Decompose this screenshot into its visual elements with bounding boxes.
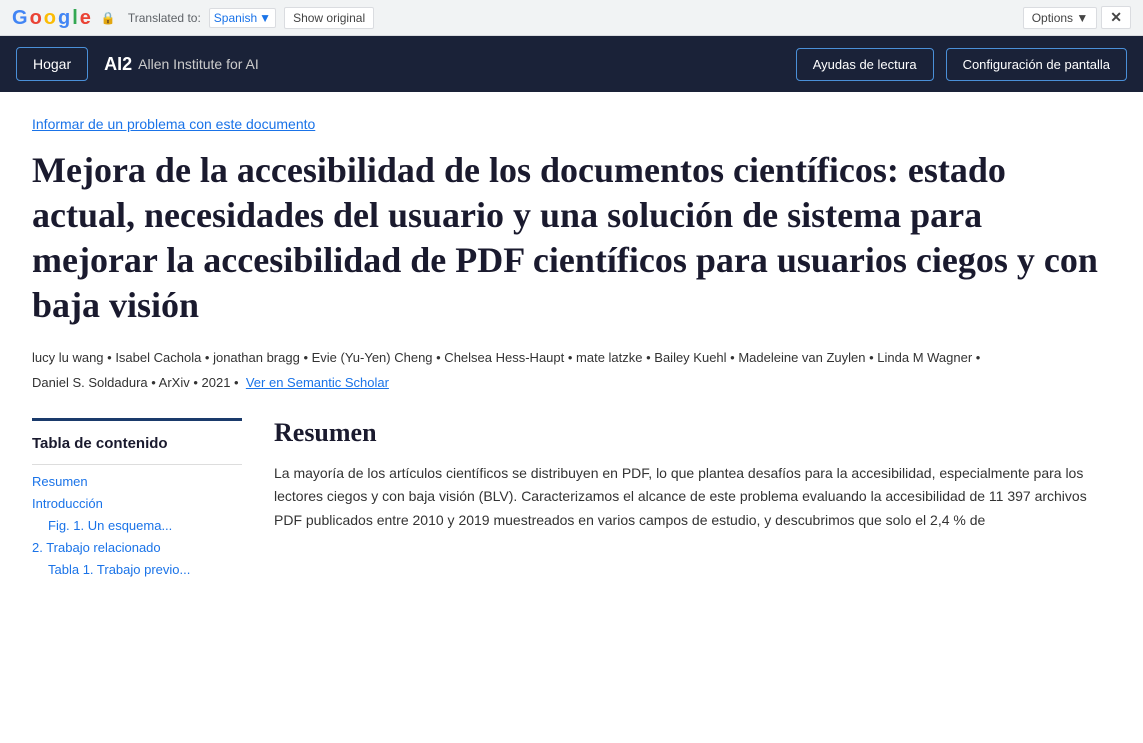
toc-item-trabajo-relacionado: 2. Trabajo relacionado: [32, 539, 242, 555]
toc-link-trabajo-relacionado[interactable]: 2. Trabajo relacionado: [32, 540, 161, 555]
google-logo: Google: [12, 8, 91, 28]
lock-icon: 🔒: [101, 11, 116, 25]
toc-header: [32, 418, 242, 431]
table-of-contents: Tabla de contenido Resumen Introducción …: [32, 418, 242, 583]
toc-item-resumen: Resumen: [32, 473, 242, 489]
nav-right-buttons: Ayudas de lectura Configuración de panta…: [796, 48, 1127, 81]
ai2-logo: AI2: [104, 54, 132, 75]
institute-name: Allen Institute for AI: [138, 56, 259, 72]
abstract-text: La mayoría de los artículos científicos …: [274, 462, 1111, 533]
toc-link-tabla1[interactable]: Tabla 1. Trabajo previo...: [48, 562, 190, 577]
paper-title: Mejora de la accesibilidad de los docume…: [32, 148, 1111, 328]
translated-label: Translated to:: [128, 11, 201, 25]
abstract-section: Resumen La mayoría de los artículos cien…: [274, 418, 1111, 583]
toc-item-fig1: Fig. 1. Un esquema...: [32, 517, 242, 533]
translation-bar-right: Options ▼ ✕: [1023, 6, 1131, 29]
toc-item-tabla1: Tabla 1. Trabajo previo...: [32, 561, 242, 577]
language-dropdown[interactable]: Spanish ▼: [209, 8, 276, 28]
toc-link-introduccion[interactable]: Introducción: [32, 496, 103, 511]
toc-item-introduccion: Introducción: [32, 495, 242, 511]
toc-list: Resumen Introducción Fig. 1. Un esquema.…: [32, 473, 242, 577]
nav-logo: AI2 Allen Institute for AI: [104, 54, 259, 75]
page-content: Informar de un problema con este documen…: [0, 92, 1143, 743]
reading-aids-button[interactable]: Ayudas de lectura: [796, 48, 934, 81]
toc-link-fig1[interactable]: Fig. 1. Un esquema...: [48, 518, 172, 533]
show-original-button[interactable]: Show original: [284, 7, 374, 29]
translation-bar: Google 🔒 Translated to: Spanish ▼ Show o…: [0, 0, 1143, 36]
main-nav: Hogar AI2 Allen Institute for AI Ayudas …: [0, 36, 1143, 92]
close-translation-button[interactable]: ✕: [1101, 6, 1131, 29]
authors-line-2: Daniel S. Soldadura • ArXiv • 2021 • Ver…: [32, 373, 1111, 394]
semantic-scholar-link[interactable]: Ver en Semantic Scholar: [246, 375, 389, 390]
options-button[interactable]: Options ▼: [1023, 7, 1098, 29]
toc-link-resumen[interactable]: Resumen: [32, 474, 88, 489]
main-body: Tabla de contenido Resumen Introducción …: [32, 418, 1111, 583]
home-button[interactable]: Hogar: [16, 47, 88, 81]
toc-title: Tabla de contenido: [32, 435, 242, 452]
display-settings-button[interactable]: Configuración de pantalla: [946, 48, 1127, 81]
report-problem-link[interactable]: Informar de un problema con este documen…: [32, 116, 315, 132]
abstract-title: Resumen: [274, 418, 1111, 448]
toc-separator: [32, 464, 242, 465]
authors-line-1: lucy lu wang • Isabel Cachola • jonathan…: [32, 348, 1111, 369]
